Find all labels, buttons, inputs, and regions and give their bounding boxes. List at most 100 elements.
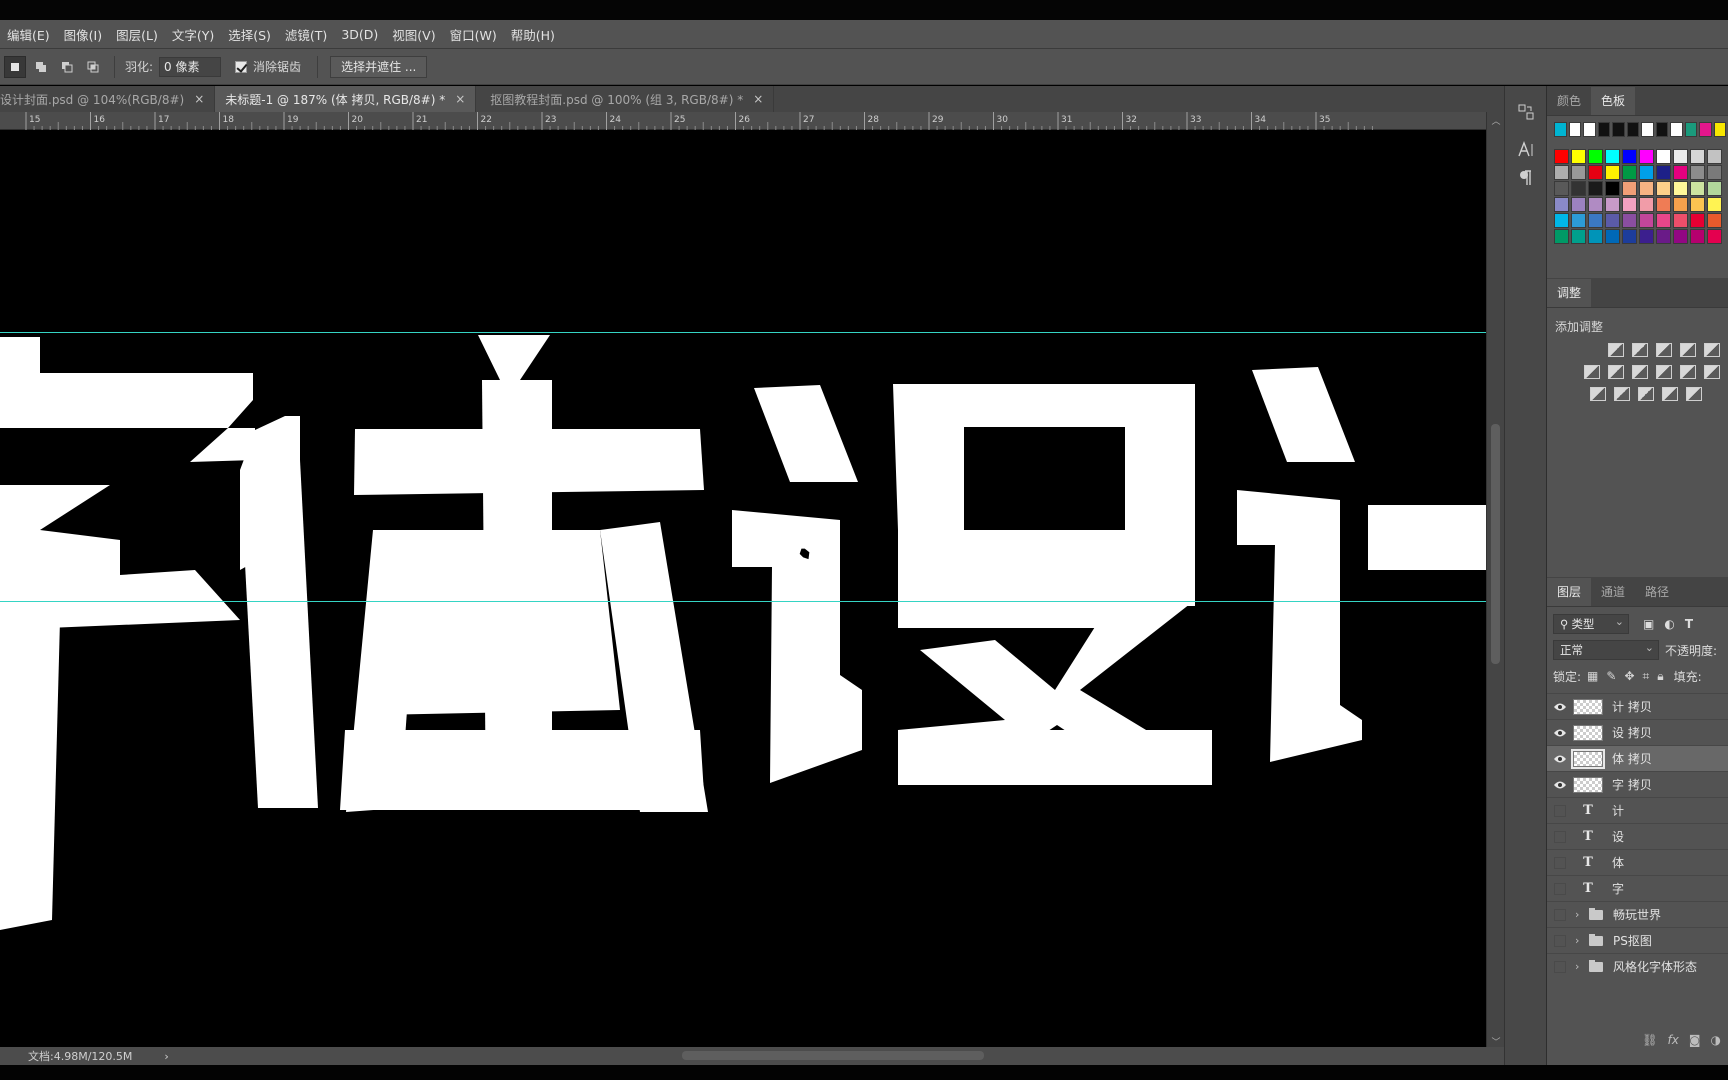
swatch[interactable]	[1656, 149, 1671, 164]
layer-row[interactable]: 计 拷贝	[1547, 693, 1728, 719]
visibility-toggle[interactable]	[1547, 876, 1573, 902]
chevron-right-icon[interactable]: ›	[1575, 960, 1589, 973]
swatch[interactable]	[1571, 149, 1586, 164]
swatch[interactable]	[1690, 229, 1705, 244]
swatch[interactable]	[1656, 213, 1671, 228]
swatch[interactable]	[1554, 197, 1569, 212]
swatch[interactable]	[1588, 197, 1603, 212]
intersect-selection-button[interactable]	[82, 56, 104, 78]
channel-mixer-icon[interactable]	[1680, 365, 1696, 379]
menu-item[interactable]: 窗口(W)	[443, 25, 504, 44]
scroll-thumb[interactable]	[1491, 424, 1500, 664]
selective-color-icon[interactable]	[1662, 387, 1678, 401]
tab-adjustments[interactable]: 调整	[1547, 279, 1592, 307]
swatch[interactable]	[1690, 149, 1705, 164]
horizontal-ruler[interactable]: 15 16 17 18 19 20 21 22 23 24 25 26 27 28 29 30 31 32 33 34…	[0, 112, 1490, 130]
visibility-toggle[interactable]	[1547, 798, 1573, 824]
swatch[interactable]	[1554, 181, 1569, 196]
hue-saturation-icon[interactable]	[1584, 365, 1600, 379]
tab-document-1[interactable]: 设计封面.psd @ 104%(RGB/8#) ×	[0, 86, 216, 112]
visibility-toggle[interactable]	[1547, 902, 1573, 928]
mask-icon[interactable]: ◙	[1689, 1033, 1701, 1047]
swatch[interactable]	[1639, 229, 1654, 244]
status-menu-arrow[interactable]: ›	[164, 1050, 168, 1063]
adjustment-icon[interactable]: ◑	[1711, 1033, 1721, 1047]
swatch[interactable]	[1655, 122, 1668, 137]
swatch[interactable]	[1571, 197, 1586, 212]
menu-item[interactable]: 帮助(H)	[504, 25, 562, 44]
eye-icon[interactable]	[1547, 772, 1573, 798]
document-canvas[interactable]	[0, 130, 1486, 1047]
chevron-right-icon[interactable]: ›	[1575, 934, 1589, 947]
eye-icon[interactable]	[1547, 746, 1573, 772]
swatch[interactable]	[1588, 213, 1603, 228]
visibility-toggle[interactable]	[1547, 928, 1573, 954]
swatch[interactable]	[1713, 122, 1726, 137]
chevron-right-icon[interactable]: ›	[1575, 908, 1589, 921]
tab-swatches[interactable]: 色板	[1591, 87, 1636, 115]
photo-filter-icon[interactable]	[1656, 365, 1672, 379]
swatch[interactable]	[1673, 229, 1688, 244]
swatch[interactable]	[1622, 229, 1637, 244]
vibrance-icon[interactable]	[1704, 343, 1720, 357]
black-white-icon[interactable]	[1632, 365, 1648, 379]
swatch[interactable]	[1684, 122, 1697, 137]
filter-type-glyph[interactable]: T	[1685, 617, 1693, 631]
swatch[interactable]	[1622, 149, 1637, 164]
menu-item[interactable]: 滤镜(T)	[278, 25, 334, 44]
menu-item[interactable]: 图像(I)	[57, 25, 109, 44]
layer-row[interactable]: T设	[1547, 823, 1728, 849]
swatch[interactable]	[1622, 181, 1637, 196]
swatch[interactable]	[1554, 213, 1569, 228]
tab-document-3[interactable]: 抠图教程封面.psd @ 100% (组 3, RGB/8#) * ×	[476, 86, 775, 112]
swatch[interactable]	[1605, 229, 1620, 244]
layer-row[interactable]: T体	[1547, 849, 1728, 875]
swatch[interactable]	[1571, 213, 1586, 228]
swatch[interactable]	[1656, 165, 1671, 180]
swatch[interactable]	[1673, 165, 1688, 180]
swatch[interactable]	[1588, 181, 1603, 196]
tab-color[interactable]: 颜色	[1547, 87, 1591, 115]
swatch[interactable]	[1673, 181, 1688, 196]
layer-row[interactable]: › PS抠图	[1547, 927, 1728, 953]
new-selection-button[interactable]	[4, 55, 26, 78]
swatch[interactable]	[1673, 197, 1688, 212]
lock-position-icon[interactable]: ✥	[1624, 669, 1634, 683]
subtract-from-selection-button[interactable]	[56, 56, 78, 78]
layer-row[interactable]: T计	[1547, 797, 1728, 823]
close-icon[interactable]: ×	[194, 92, 204, 106]
swatch[interactable]	[1588, 229, 1603, 244]
filter-adjust-icon[interactable]: ◐	[1664, 617, 1674, 631]
menu-item[interactable]: 3D(D)	[334, 27, 385, 42]
horizontal-scroll-thumb[interactable]	[682, 1051, 984, 1060]
swatch[interactable]	[1605, 181, 1620, 196]
visibility-toggle[interactable]	[1547, 850, 1573, 876]
tab-layers[interactable]: 图层	[1547, 578, 1592, 606]
lock-transparent-icon[interactable]: ▦	[1587, 669, 1598, 683]
antialias-checkbox[interactable]	[235, 60, 248, 73]
posterize-icon[interactable]	[1614, 387, 1630, 401]
swatch[interactable]	[1583, 122, 1596, 137]
menu-item[interactable]: 文字(Y)	[165, 25, 221, 44]
layer-row[interactable]: › 畅玩世界	[1547, 901, 1728, 927]
tab-paths[interactable]: 路径	[1635, 578, 1679, 606]
invert-icon[interactable]	[1590, 387, 1606, 401]
visibility-toggle[interactable]	[1547, 954, 1573, 980]
close-icon[interactable]: ×	[753, 92, 763, 106]
swatch[interactable]	[1707, 213, 1722, 228]
swatch[interactable]	[1571, 181, 1586, 196]
swatch[interactable]	[1605, 197, 1620, 212]
swatch[interactable]	[1639, 181, 1654, 196]
swatch[interactable]	[1656, 197, 1671, 212]
menu-item[interactable]: 选择(S)	[221, 25, 278, 44]
scroll-up-icon[interactable]: ︿	[1490, 114, 1502, 127]
filter-pixel-icon[interactable]: ▣	[1643, 617, 1654, 631]
blend-mode-dropdown[interactable]: 正常	[1553, 639, 1659, 660]
levels-icon[interactable]	[1632, 343, 1648, 357]
swatch[interactable]	[1673, 213, 1688, 228]
swatch[interactable]	[1554, 122, 1567, 137]
history-icon[interactable]	[1505, 98, 1547, 126]
swatch[interactable]	[1588, 165, 1603, 180]
brightness-icon[interactable]	[1608, 343, 1624, 357]
swatch[interactable]	[1690, 197, 1705, 212]
